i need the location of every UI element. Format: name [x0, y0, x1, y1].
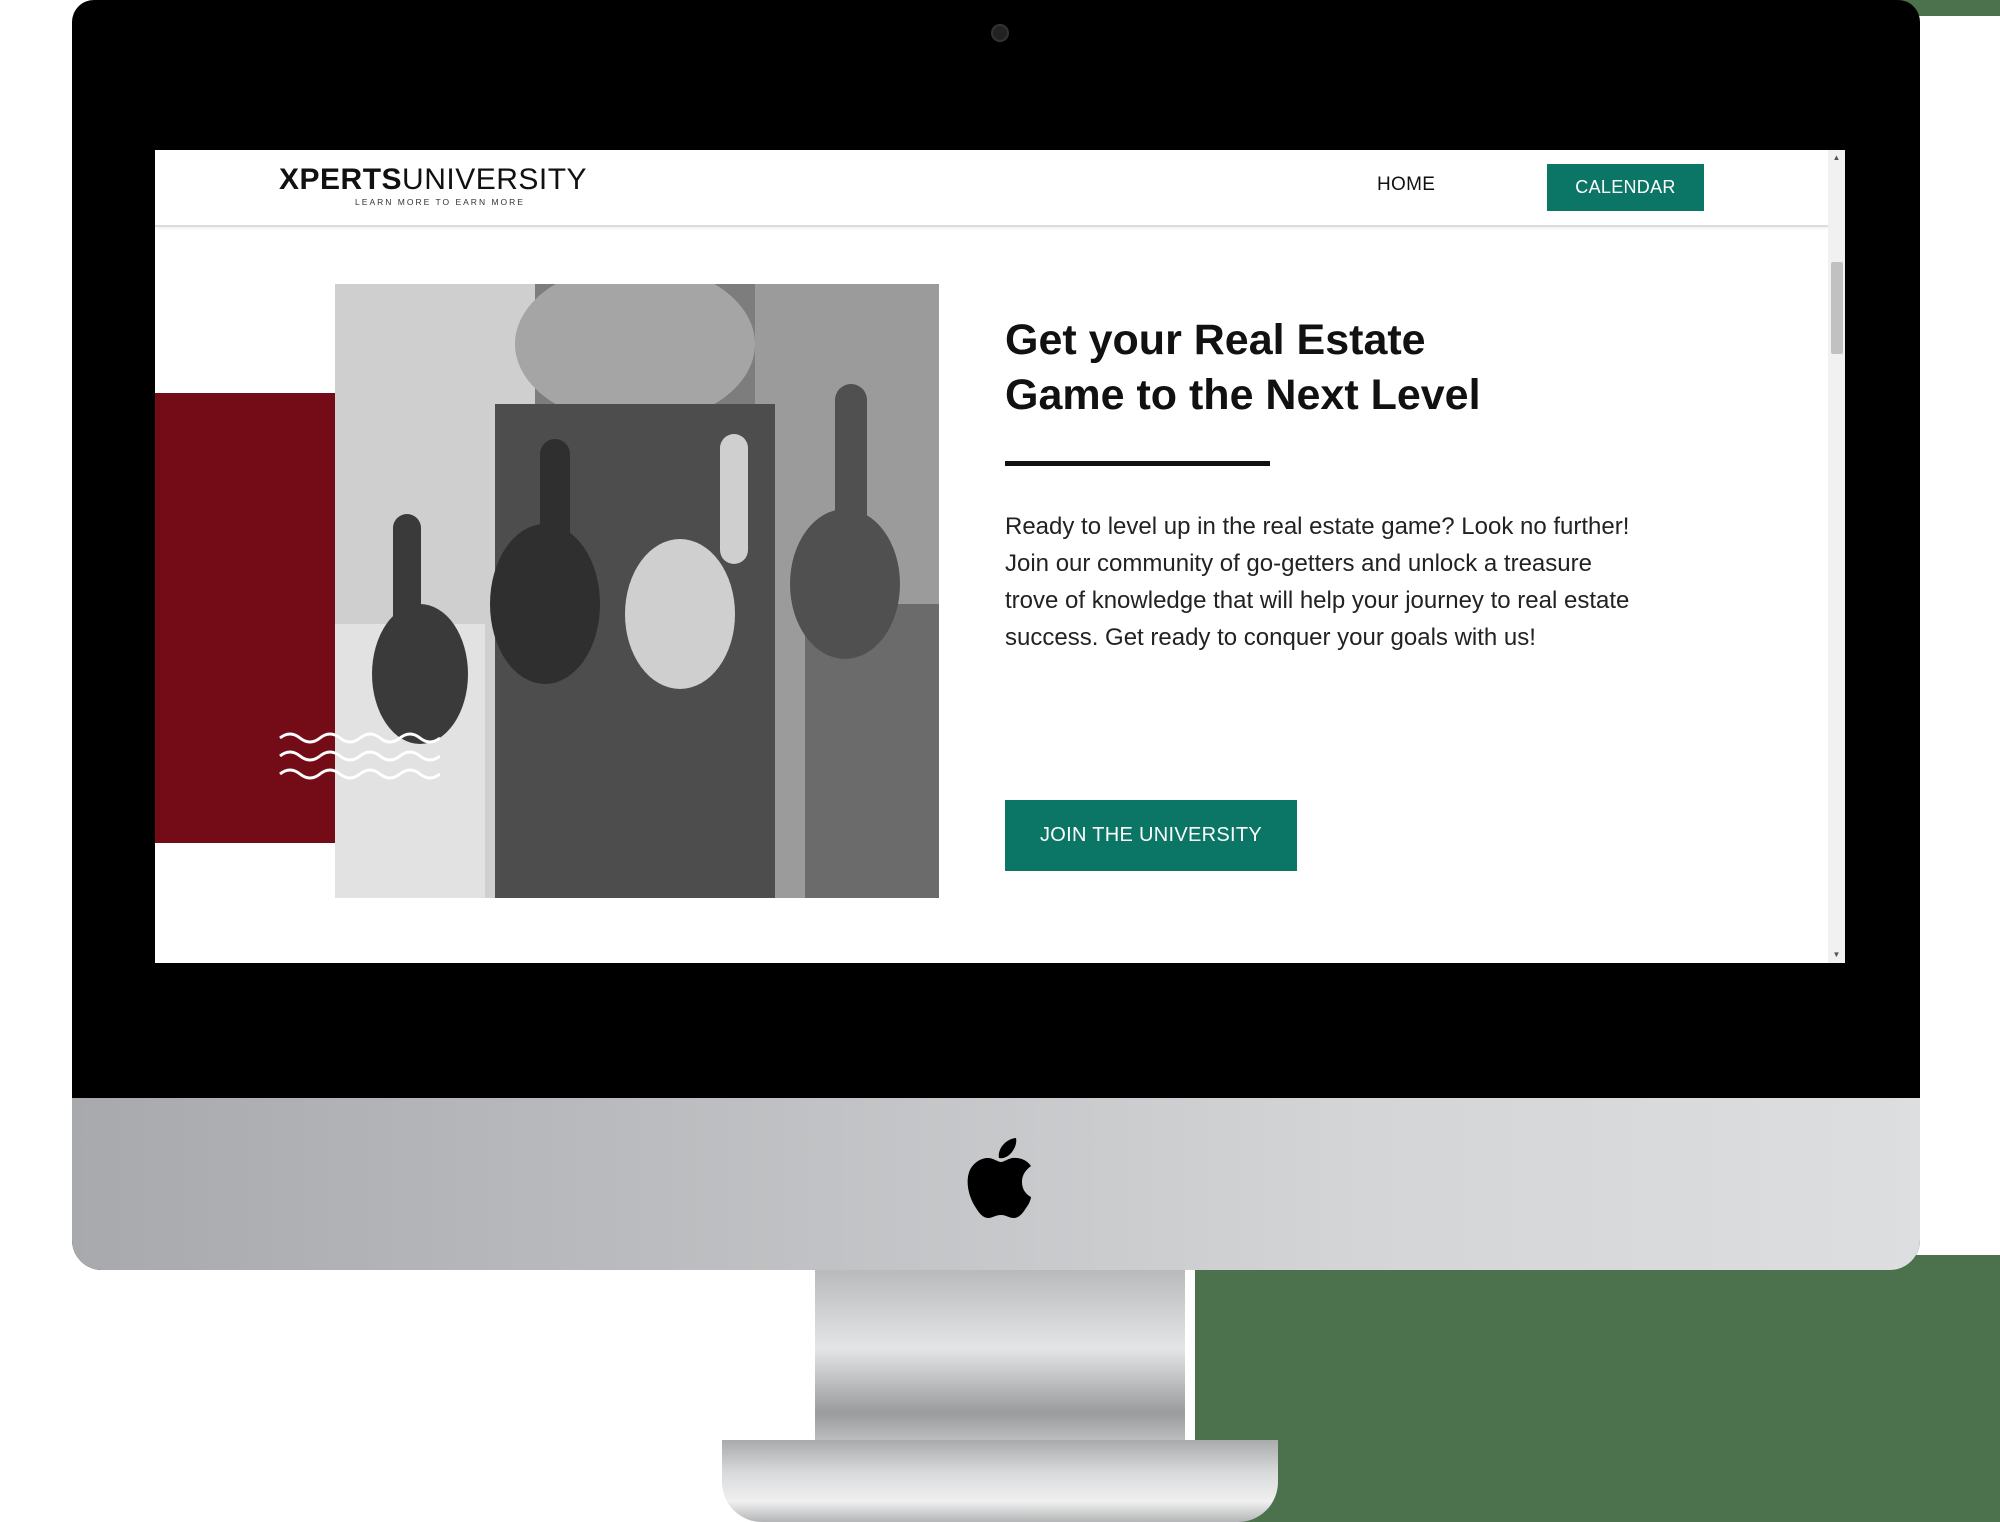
hero-thumbs-up-photo	[335, 284, 939, 898]
scroll-down-arrow-icon[interactable]: ▼	[1828, 949, 1845, 961]
headline-line-1: Get your Real Estate	[1005, 316, 1426, 364]
wave-lines-icon	[279, 732, 440, 780]
site-header: XPERTSUNIVERSITY LEARN MORE TO EARN MORE…	[155, 150, 1828, 227]
vertical-scrollbar[interactable]: ▲ ▼	[1828, 150, 1845, 963]
join-university-button[interactable]: JOIN THE UNIVERSITY	[1005, 800, 1297, 871]
imac-monitor: XPERTSUNIVERSITY LEARN MORE TO EARN MORE…	[72, 0, 1920, 1270]
logo-tagline: LEARN MORE TO EARN MORE	[355, 197, 525, 207]
thumbs-up-illustration	[335, 284, 939, 898]
scrollbar-thumb[interactable]	[1831, 262, 1843, 354]
monitor-stand-base	[722, 1440, 1278, 1522]
hero-headline: Get your Real Estate Game to the Next Le…	[1005, 313, 1565, 423]
screen: XPERTSUNIVERSITY LEARN MORE TO EARN MORE…	[155, 79, 1845, 1031]
logo-wordmark: XPERTSUNIVERSITY	[279, 163, 587, 196]
apple-logo-icon	[967, 1138, 1031, 1218]
background-green-area	[1195, 1255, 2000, 1522]
monitor-stand-neck	[815, 1265, 1185, 1450]
headline-divider	[1005, 461, 1270, 466]
browser-viewport: XPERTSUNIVERSITY LEARN MORE TO EARN MORE…	[155, 150, 1845, 963]
background-white-area	[0, 1255, 805, 1522]
scroll-up-arrow-icon[interactable]: ▲	[1828, 152, 1845, 164]
hero-body-text: Ready to level up in the real estate gam…	[1005, 513, 1630, 651]
logo-bold: XPERTS	[279, 163, 403, 196]
monitor-chin	[72, 1098, 1920, 1270]
nav-calendar-button[interactable]: CALENDAR	[1547, 164, 1704, 211]
logo-light: UNIVERSITY	[402, 163, 588, 196]
site-logo[interactable]: XPERTSUNIVERSITY LEARN MORE TO EARN MORE	[279, 163, 587, 208]
nav-link-home[interactable]: HOME	[1377, 174, 1435, 196]
headline-line-2: Game to the Next Level	[1005, 371, 1481, 419]
camera-icon	[991, 24, 1009, 42]
